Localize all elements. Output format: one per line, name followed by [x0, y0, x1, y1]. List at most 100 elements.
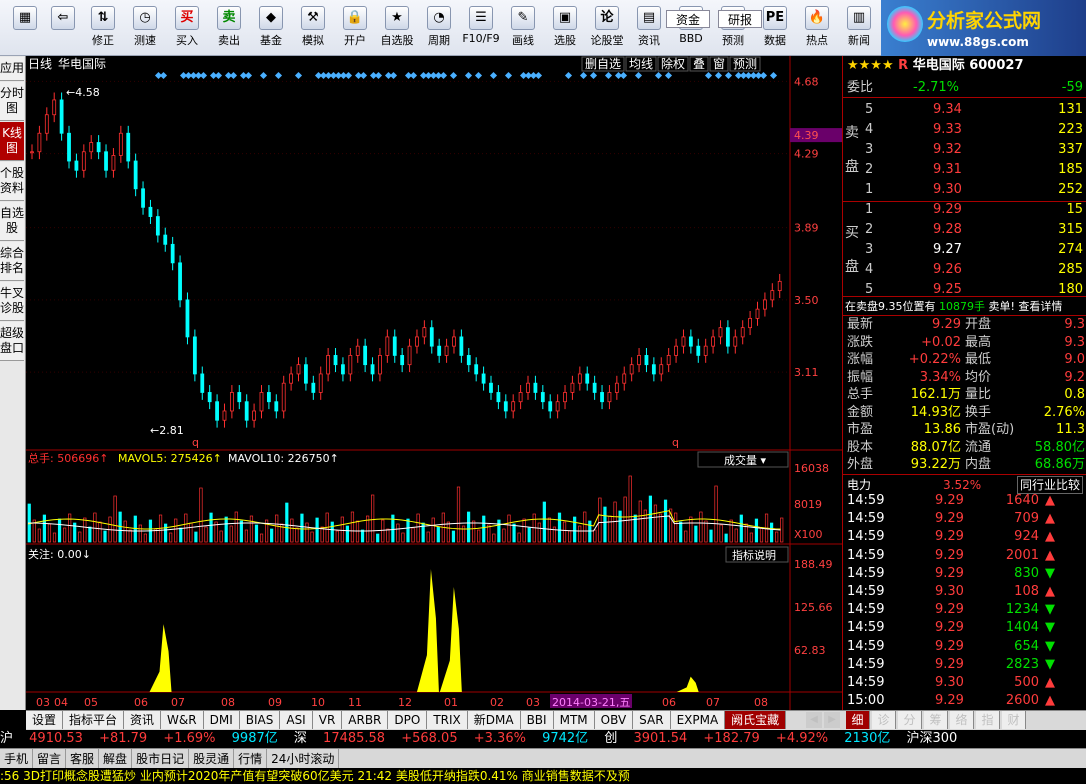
ask-level-row[interactable]: 3 9.32 337: [843, 140, 1086, 160]
status-link-1[interactable]: 留言: [33, 749, 67, 768]
indicator-tab-2[interactable]: 资讯: [124, 711, 162, 729]
status-link-4[interactable]: 股市日记: [132, 749, 190, 768]
candle-body: [459, 336, 464, 356]
notice-link[interactable]: 卖单! 查看详情: [989, 300, 1063, 313]
indicator-tab-9[interactable]: DPO: [388, 711, 428, 729]
panel-tab-0[interactable]: 细: [846, 711, 870, 729]
toolbar-button-label: 论股堂: [590, 34, 624, 47]
sh-change: +81.79: [99, 731, 148, 746]
bid-level-row[interactable]: 4 9.26 285: [843, 260, 1086, 280]
indicator-tab-8[interactable]: ARBR: [342, 711, 389, 729]
hs300-label[interactable]: 沪深300: [907, 731, 958, 746]
toolbar-button-star[interactable]: ★ 自选股: [376, 2, 418, 54]
research-button[interactable]: 研报: [718, 10, 762, 28]
indicator-tab-3[interactable]: W&R: [161, 711, 204, 729]
sh-index[interactable]: 4910.53: [29, 731, 83, 746]
indicator-tab-6[interactable]: ASI: [280, 711, 313, 729]
toolbar-button-hammer[interactable]: ⚒ 模拟: [292, 2, 334, 54]
status-link-3[interactable]: 解盘: [99, 749, 133, 768]
toolbar-button-news[interactable]: ▤ 资讯: [628, 2, 670, 54]
panel-tab-2[interactable]: 分: [898, 711, 922, 729]
candle-body: [540, 392, 545, 403]
status-link-2[interactable]: 客服: [66, 749, 100, 768]
ask-level-row[interactable]: 2 9.31 185: [843, 160, 1086, 180]
bid-level-row[interactable]: 2 9.28 315: [843, 220, 1086, 240]
indicator-tab-15[interactable]: SAR: [633, 711, 671, 729]
indicator-tab-10[interactable]: TRIX: [427, 711, 468, 729]
indicator-tab-0[interactable]: 设置: [26, 711, 64, 729]
left-tab-3[interactable]: 个股资料: [0, 162, 24, 201]
volume-bar: [694, 525, 698, 543]
indicator-tab-11[interactable]: 新DMA: [467, 711, 521, 729]
panel-tab-5[interactable]: 指: [976, 711, 1000, 729]
toolbar-button-fund[interactable]: ◆ 基金: [250, 2, 292, 54]
ask-level-row[interactable]: 5 9.34 131: [843, 100, 1086, 120]
funds-button[interactable]: 资金: [666, 10, 710, 28]
candle-body: [81, 151, 86, 171]
toolbar-button-updown[interactable]: ⇅ 修正: [82, 2, 124, 54]
scroll-left-icon[interactable]: ◀: [806, 712, 822, 728]
toolbar-button-sell[interactable]: 卖卖出: [208, 2, 250, 54]
big-order-notice[interactable]: 在卖盘9.35位置有 10879手 卖单! 查看详情: [843, 296, 1086, 316]
cy-index[interactable]: 3901.54: [633, 731, 687, 746]
bid-level-row[interactable]: 1 9.29 15: [843, 200, 1086, 220]
news-marquee[interactable]: :56 3D打印概念股遭猛炒 业内预计2020年产值有望突破60亿美元 21:4…: [0, 768, 1086, 784]
toolbar-button-doc[interactable]: ☰ F10/F9: [460, 2, 502, 54]
indicator-legend: 关注: 0.00↓: [28, 547, 91, 561]
toolbar-button-period[interactable]: ◔ 周期: [418, 2, 460, 54]
status-link-5[interactable]: 股灵通: [189, 749, 235, 768]
candle-body: [222, 410, 227, 421]
volume-bar: [335, 530, 339, 543]
toolbar-button-buy[interactable]: 买买入: [166, 2, 208, 54]
volume-bar: [234, 511, 238, 543]
indicator-tab-5[interactable]: BIAS: [239, 711, 281, 729]
toolbar-button-clock[interactable]: ◷ 测速: [124, 2, 166, 54]
volume-bar: [482, 515, 486, 543]
left-tab-0[interactable]: 应用: [0, 57, 24, 81]
toolbar-button-talk[interactable]: 论论股堂: [586, 2, 628, 54]
status-link-7[interactable]: 24小时滚动: [267, 749, 340, 768]
toolbar-button-screen[interactable]: ▣ 选股: [544, 2, 586, 54]
panel-tab-6[interactable]: 财: [1002, 711, 1026, 729]
kline-chart-svg[interactable]: 日线 华电国际 删自选 均线 除权叠窗预测 4.68 4.29 3.89 3.50 3.11 4.3…: [26, 56, 842, 710]
indicator-tab-17[interactable]: 阙氏宝藏: [725, 711, 787, 729]
left-tab-5[interactable]: 综合排名: [0, 242, 24, 281]
stat-label: 涨跌: [847, 334, 874, 350]
panel-tab-4[interactable]: 络: [950, 711, 974, 729]
candle-body: [192, 336, 197, 375]
bid-level-row[interactable]: 3 9.27 274: [843, 240, 1086, 260]
x-tick-label: 06: [662, 696, 676, 709]
sh-percent: +1.69%: [163, 731, 216, 746]
indicator-tab-13[interactable]: MTM: [553, 711, 595, 729]
toolbar-button-back-arrow[interactable]: ⇦: [44, 2, 82, 54]
left-tab-4[interactable]: 自选股: [0, 202, 24, 241]
status-link-0[interactable]: 手机: [0, 749, 34, 768]
panel-tab-1[interactable]: 诊: [872, 711, 896, 729]
panel-tab-3[interactable]: 筹: [924, 711, 948, 729]
kline-chart-area[interactable]: 日线 华电国际 删自选 均线 除权叠窗预测 4.68 4.29 3.89 3.50 3.11 4.3…: [26, 56, 842, 710]
up-arrow-icon: ▲: [1045, 529, 1055, 545]
status-link-6[interactable]: 行情: [234, 749, 268, 768]
toolbar-button-fire[interactable]: 🔥 热点: [796, 2, 838, 54]
indicator-tab-16[interactable]: EXPMA: [670, 711, 726, 729]
sz-percent: +3.36%: [473, 731, 526, 746]
candle-body: [229, 392, 234, 412]
indicator-tab-14[interactable]: OBV: [594, 711, 634, 729]
sz-index[interactable]: 17485.58: [323, 731, 385, 746]
left-tab-6[interactable]: 牛叉诊股: [0, 282, 24, 321]
toolbar-button-pen[interactable]: ✎ 画线: [502, 2, 544, 54]
left-tab-7[interactable]: 超级盘口: [0, 322, 24, 361]
indicator-tab-7[interactable]: VR: [312, 711, 343, 729]
indicator-tab-4[interactable]: DMI: [203, 711, 240, 729]
toolbar-button-menu[interactable]: ▦: [6, 2, 44, 54]
ask-level-row[interactable]: 1 9.30 252: [843, 180, 1086, 200]
left-tab-2[interactable]: K线图: [0, 122, 24, 161]
indicator-tab-12[interactable]: BBI: [520, 711, 554, 729]
indicator-tab-1[interactable]: 指标平台: [63, 711, 125, 729]
toolbar-button-lock[interactable]: 🔒 开户: [334, 2, 376, 54]
left-tab-1[interactable]: 分时图: [0, 82, 24, 121]
scroll-right-icon[interactable]: ▶: [824, 712, 840, 728]
toolbar-button-paper[interactable]: ▥ 新闻: [838, 2, 880, 54]
ask-level-row[interactable]: 4 9.33 223: [843, 120, 1086, 140]
volume-bar: [426, 531, 430, 543]
